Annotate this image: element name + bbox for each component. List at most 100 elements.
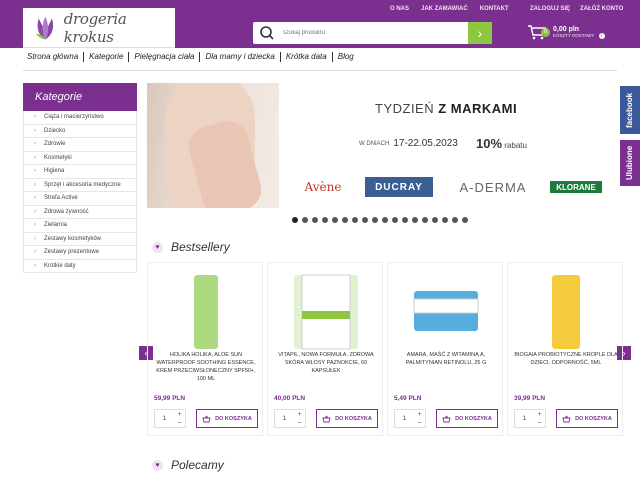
banner-dates: W DNIACH 17-22.05.2023 bbox=[359, 138, 458, 149]
sidebar-item-cosmetics[interactable]: Kosmetyki bbox=[23, 151, 137, 165]
sidebar-item-hygiene[interactable]: Higiena bbox=[23, 165, 137, 179]
nav-divider bbox=[23, 70, 617, 71]
product-card[interactable]: HOLIKA HOLIKA, ALOE SUN WATERPROOF SOOTH… bbox=[147, 262, 263, 436]
cart[interactable]: 0 0,00 pln KOSZTY DOSTAWY i bbox=[527, 24, 605, 40]
nav-short-date[interactable]: Krótka data bbox=[281, 52, 333, 62]
basket-icon bbox=[562, 414, 571, 422]
quantity-decrease-button[interactable]: − bbox=[534, 419, 545, 428]
login-link[interactable]: ZALOGUJ SIĘ bbox=[530, 6, 570, 12]
nav-categories[interactable]: Kategorie bbox=[84, 52, 130, 62]
quantity-decrease-button[interactable]: − bbox=[174, 419, 185, 428]
search-button[interactable]: › bbox=[468, 22, 492, 44]
quantity-decrease-button[interactable]: − bbox=[294, 419, 305, 428]
product-image[interactable] bbox=[288, 271, 364, 355]
sidebar-item-pregnancy[interactable]: Ciąża i macierzyństwo bbox=[23, 111, 137, 125]
quantity-decrease-button[interactable]: − bbox=[414, 419, 425, 428]
quantity-stepper[interactable]: 1 + − bbox=[394, 409, 426, 428]
product-price: 5,49 PLN bbox=[394, 395, 422, 402]
slider-dot[interactable] bbox=[412, 217, 418, 223]
search-icon bbox=[260, 26, 274, 40]
basket-icon bbox=[202, 414, 211, 422]
sidebar-item-cosmetic-sets[interactable]: Zestawy kosmetyków bbox=[23, 232, 137, 246]
favourites-tab[interactable]: Ulubione bbox=[620, 140, 640, 186]
nav-mom-baby[interactable]: Dla mamy i dziecka bbox=[200, 52, 281, 62]
logo[interactable]: drogeria krokus bbox=[23, 8, 175, 48]
banner-title: TYDZIEŃ Z MARKAMI bbox=[375, 101, 518, 116]
link-about[interactable]: O NAS bbox=[390, 6, 409, 12]
add-to-cart-button[interactable]: DO KOSZYKA bbox=[436, 409, 498, 428]
heart-icon: ♥ bbox=[152, 241, 163, 253]
sidebar-item-gift-sets[interactable]: Zestawy prezentowe bbox=[23, 246, 137, 260]
search-input[interactable] bbox=[277, 22, 468, 44]
slider-dot[interactable] bbox=[402, 217, 408, 223]
sidebar-item-child[interactable]: Dziecko bbox=[23, 124, 137, 138]
sidebar-item-herbs[interactable]: Zielarnia bbox=[23, 219, 137, 233]
slider-dot[interactable] bbox=[352, 217, 358, 223]
shipping-costs-link[interactable]: KOSZTY DOSTAWY bbox=[553, 33, 594, 38]
nav-blog[interactable]: Blog bbox=[333, 52, 359, 62]
slider-dot[interactable] bbox=[342, 217, 348, 223]
brand-logo-avene: Avène bbox=[304, 180, 342, 194]
slider-dot[interactable] bbox=[462, 217, 468, 223]
link-contact[interactable]: KONTAKT bbox=[480, 6, 509, 12]
facebook-tab[interactable]: facebook bbox=[620, 86, 640, 134]
quantity-increase-button[interactable]: + bbox=[414, 410, 425, 419]
product-name[interactable]: AMARA, MAŚĆ Z WITAMINĄ A, PALMITYNIAN RE… bbox=[392, 351, 500, 367]
quantity-value[interactable]: 1 bbox=[515, 410, 534, 427]
promo-banner[interactable]: TYDZIEŃ Z MARKAMI W DNIACH 17-22.05.2023 … bbox=[147, 83, 617, 208]
slider-dot[interactable] bbox=[292, 217, 298, 223]
quantity-value[interactable]: 1 bbox=[155, 410, 174, 427]
product-name[interactable]: BIOGAIA PROBIOTYCZNE KROPLE DLA DZIECI, … bbox=[512, 351, 620, 367]
product-image[interactable] bbox=[408, 271, 484, 355]
quantity-increase-button[interactable]: + bbox=[294, 410, 305, 419]
sidebar-item-short-dates[interactable]: Krótkie daty bbox=[23, 259, 137, 273]
sidebar-item-healthy-food[interactable]: Zdrowa żywność bbox=[23, 205, 137, 219]
slider-dot[interactable] bbox=[322, 217, 328, 223]
product-card[interactable]: BIOGAIA PROBIOTYCZNE KROPLE DLA DZIECI, … bbox=[507, 262, 623, 436]
basket-icon bbox=[442, 414, 451, 422]
slider-dot[interactable] bbox=[392, 217, 398, 223]
product-card[interactable]: VITAPIL, NOWA FORMUŁA, ZDROWA SKÓRA WŁOS… bbox=[267, 262, 383, 436]
logo-text: drogeria krokus bbox=[63, 9, 127, 46]
slider-dot[interactable] bbox=[422, 217, 428, 223]
quantity-stepper[interactable]: 1 + − bbox=[274, 409, 306, 428]
add-to-cart-button[interactable]: DO KOSZYKA bbox=[316, 409, 378, 428]
chevron-right-icon: › bbox=[477, 25, 483, 41]
bestsellers-carousel: HOLIKA HOLIKA, ALOE SUN WATERPROOF SOOTH… bbox=[147, 262, 623, 436]
slider-dot[interactable] bbox=[312, 217, 318, 223]
product-name[interactable]: VITAPIL, NOWA FORMUŁA, ZDROWA SKÓRA WŁOS… bbox=[272, 351, 380, 375]
product-name[interactable]: HOLIKA HOLIKA, ALOE SUN WATERPROOF SOOTH… bbox=[152, 351, 260, 383]
product-image[interactable] bbox=[168, 271, 244, 355]
link-how-to-order[interactable]: JAK ZAMAWIAĆ bbox=[421, 6, 468, 12]
add-to-cart-button[interactable]: DO KOSZYKA bbox=[556, 409, 618, 428]
quantity-increase-button[interactable]: + bbox=[534, 410, 545, 419]
category-sidebar: Kategorie Ciąża i macierzyństwo Dziecko … bbox=[23, 83, 137, 273]
slider-dot[interactable] bbox=[432, 217, 438, 223]
slider-dot[interactable] bbox=[302, 217, 308, 223]
add-to-cart-button[interactable]: DO KOSZYKA bbox=[196, 409, 258, 428]
nav-body-care[interactable]: Pielęgnacja ciała bbox=[129, 52, 201, 62]
quantity-increase-button[interactable]: + bbox=[174, 410, 185, 419]
sidebar-item-active[interactable]: Strefa Active bbox=[23, 192, 137, 206]
product-card[interactable]: AMARA, MAŚĆ Z WITAMINĄ A, PALMITYNIAN RE… bbox=[387, 262, 503, 436]
sidebar-item-medical[interactable]: Sprzęt i akcesoria medyczne bbox=[23, 178, 137, 192]
quantity-stepper[interactable]: 1 + − bbox=[154, 409, 186, 428]
product-image[interactable] bbox=[528, 271, 604, 355]
nav-home[interactable]: Strona główna bbox=[23, 52, 85, 62]
slider-dot[interactable] bbox=[332, 217, 338, 223]
quantity-stepper[interactable]: 1 + − bbox=[514, 409, 546, 428]
slider-dot[interactable] bbox=[372, 217, 378, 223]
sidebar-item-health[interactable]: Zdrowie bbox=[23, 138, 137, 152]
quantity-value[interactable]: 1 bbox=[275, 410, 294, 427]
slider-dot[interactable] bbox=[442, 217, 448, 223]
info-icon[interactable]: i bbox=[598, 32, 605, 39]
account-links: ZALOGUJ SIĘ ZAŁÓŻ KONTO bbox=[530, 6, 623, 12]
slider-dot[interactable] bbox=[382, 217, 388, 223]
slider-dot[interactable] bbox=[362, 217, 368, 223]
slider-dot[interactable] bbox=[452, 217, 458, 223]
banner-photo bbox=[147, 83, 279, 208]
quantity-value[interactable]: 1 bbox=[395, 410, 414, 427]
crocus-flower-icon bbox=[35, 16, 54, 39]
register-link[interactable]: ZAŁÓŻ KONTO bbox=[580, 6, 623, 12]
product-price: 40,00 PLN bbox=[274, 395, 306, 402]
